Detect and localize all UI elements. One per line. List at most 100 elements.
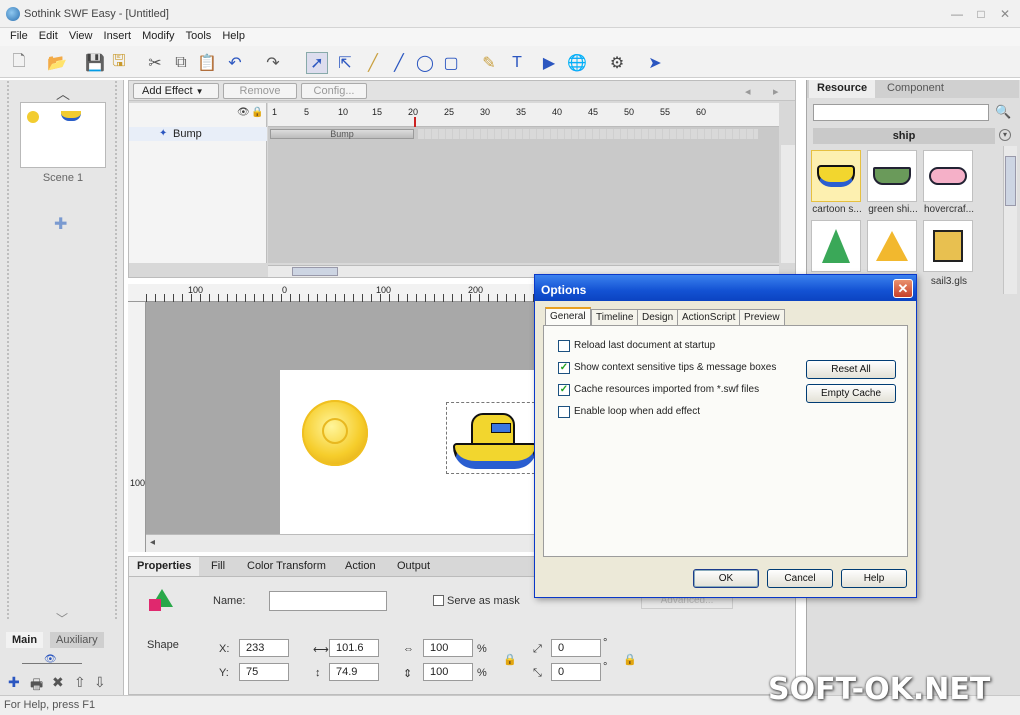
cache-checkbox[interactable]: ✓ [558, 384, 570, 396]
line-tool-icon[interactable]: ╱ [388, 52, 410, 74]
move-up-icon[interactable]: ⇧ [74, 674, 86, 691]
loop-checkbox[interactable] [558, 406, 570, 418]
remove-button[interactable]: Remove [223, 83, 297, 99]
playhead[interactable] [414, 117, 416, 127]
config-button[interactable]: Config... [301, 83, 367, 99]
scale-lock-icon[interactable]: 🔒 [503, 653, 517, 666]
tab-resource[interactable]: Resource [809, 80, 876, 98]
ellipse-tool-icon[interactable]: ◯ [414, 52, 436, 74]
tab-color-transform[interactable]: Color Transform [247, 560, 326, 572]
serve-as-mask-checkbox[interactable] [433, 595, 444, 606]
maximize-button[interactable]: □ [972, 6, 990, 22]
lock-icon[interactable]: 🔒 [251, 107, 263, 118]
select-tool-icon[interactable]: ➚ [306, 52, 328, 74]
redo-icon[interactable]: ↷ [262, 52, 284, 74]
pen-tool-icon[interactable]: ✎ [478, 52, 500, 74]
skew-lock-icon[interactable]: 🔒 [623, 653, 637, 666]
tab-auxiliary[interactable]: Auxiliary [50, 632, 104, 648]
preview-browser-icon[interactable]: 🌐 [566, 52, 588, 74]
name-field[interactable] [269, 591, 387, 611]
scroll-down-icon[interactable]: ﹀ [56, 610, 68, 627]
scale-y-field[interactable]: 100 [423, 663, 473, 681]
tab-actionscript[interactable]: ActionScript [677, 309, 741, 326]
timeline-prev-icon[interactable]: ◂ [745, 85, 751, 98]
cancel-button[interactable]: Cancel [767, 569, 833, 588]
subselect-tool-icon[interactable]: ⇱ [334, 52, 356, 74]
resource-scrollbar[interactable] [1003, 146, 1017, 294]
height-field[interactable]: 74.9 [329, 663, 379, 681]
scroll-up-icon[interactable]: ︿ [56, 84, 70, 104]
dialog-close-icon[interactable]: ✕ [893, 279, 913, 298]
undo-icon[interactable]: ↶ [224, 52, 246, 74]
copy-icon[interactable]: ⧉ [170, 52, 192, 74]
text-tool-icon[interactable]: T [506, 52, 528, 74]
collapse-icon[interactable]: ▾ [999, 129, 1011, 141]
reset-all-button[interactable]: Reset All [806, 360, 896, 379]
coin-graphic[interactable] [302, 400, 368, 466]
add-effect-button[interactable]: Add Effect ▼ [133, 83, 219, 99]
scene-thumbnail[interactable] [20, 102, 106, 168]
menu-modify[interactable]: Modify [138, 28, 178, 42]
eye-visibility-icon[interactable]: 👁 [237, 107, 250, 118]
empty-cache-button[interactable]: Empty Cache [806, 384, 896, 403]
y-field[interactable]: 75 [239, 663, 289, 681]
layer-row[interactable]: ✦ Bump [129, 127, 267, 141]
tab-action[interactable]: Action [345, 560, 376, 572]
search-icon[interactable]: 🔍 [995, 104, 1011, 120]
resource-thumb[interactable] [811, 150, 861, 202]
menu-tools[interactable]: Tools [182, 28, 216, 42]
tab-main[interactable]: Main [6, 632, 44, 648]
menu-view[interactable]: View [65, 28, 97, 42]
menu-file[interactable]: File [6, 28, 32, 42]
timeline-next-icon[interactable]: ▸ [773, 85, 779, 98]
resource-thumb[interactable] [867, 150, 917, 202]
tab-design[interactable]: Design [637, 309, 679, 326]
skew-y-field[interactable]: 0 [551, 663, 601, 681]
resource-thumb[interactable] [811, 220, 861, 272]
resource-thumb[interactable] [923, 150, 973, 202]
settings-icon[interactable]: ⚙ [606, 52, 628, 74]
tab-timeline[interactable]: Timeline [591, 309, 639, 326]
stage-canvas[interactable] [280, 370, 540, 534]
scroll-left-icon[interactable]: ◂ [150, 537, 155, 548]
tab-properties[interactable]: Properties [129, 557, 200, 576]
reload-checkbox[interactable] [558, 340, 570, 352]
paste-icon[interactable]: 📋 [196, 52, 218, 74]
new-file-icon[interactable]: 🗋 [8, 52, 30, 74]
x-field[interactable]: 233 [239, 639, 289, 657]
export-icon[interactable]: ➤ [644, 52, 666, 74]
tab-preview[interactable]: Preview [739, 309, 785, 326]
scroll-thumb[interactable] [292, 267, 338, 276]
width-field[interactable]: 101.6 [329, 639, 379, 657]
selection-box[interactable] [446, 402, 540, 474]
save-icon[interactable]: 💾 [84, 52, 106, 74]
scale-x-field[interactable]: 100 [423, 639, 473, 657]
play-icon[interactable]: ▶ [538, 52, 560, 74]
timeline-vscroll[interactable] [781, 145, 795, 263]
scroll-thumb[interactable] [1005, 156, 1016, 206]
delete-icon[interactable]: ✖ [52, 674, 64, 691]
category-header[interactable]: ship [813, 128, 995, 144]
tab-general[interactable]: General [545, 307, 591, 326]
tab-output[interactable]: Output [397, 560, 430, 572]
resource-thumb[interactable] [867, 220, 917, 272]
tab-fill[interactable]: Fill [211, 560, 225, 572]
help-button[interactable]: Help [841, 569, 907, 588]
resource-thumb[interactable] [923, 220, 973, 272]
publish-icon[interactable]: 🖫 [108, 52, 130, 74]
skew-x-field[interactable]: 0 [551, 639, 601, 657]
minimize-button[interactable]: — [948, 6, 966, 22]
open-folder-icon[interactable]: 📂 [46, 52, 68, 74]
close-button[interactable]: ✕ [996, 6, 1014, 22]
cut-icon[interactable]: ✂ [144, 52, 166, 74]
ok-button[interactable]: OK [693, 569, 759, 588]
add-icon[interactable]: ✚ [8, 674, 20, 691]
resource-search-input[interactable] [813, 104, 989, 121]
menu-help[interactable]: Help [218, 28, 249, 42]
move-down-icon[interactable]: ⇩ [94, 674, 106, 691]
effect-bar[interactable]: Bump [270, 129, 414, 139]
menu-insert[interactable]: Insert [100, 28, 136, 42]
rectangle-tool-icon[interactable]: ▢ [440, 52, 462, 74]
pencil-tool-icon[interactable]: ╱ [362, 52, 384, 74]
add-scene-icon[interactable]: ✚ [54, 214, 67, 234]
